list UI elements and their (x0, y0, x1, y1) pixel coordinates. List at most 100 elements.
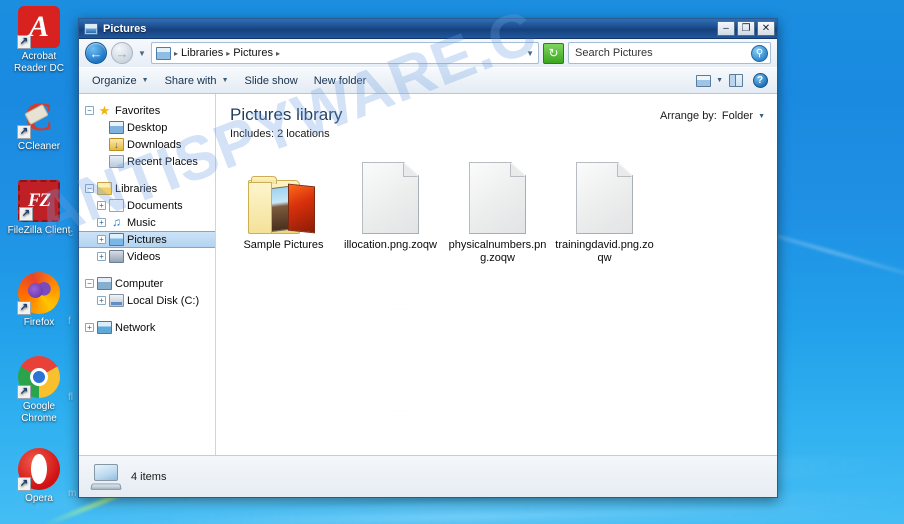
search-input[interactable]: Search Pictures ⚲ (568, 42, 771, 64)
filezilla-icon (18, 180, 60, 222)
computer-icon (90, 463, 122, 490)
desktop-icon-firefox[interactable]: Firefox (0, 272, 78, 329)
close-button[interactable]: ✕ (757, 21, 775, 36)
wallpaper-streak (119, 505, 904, 524)
tree-group-favorites[interactable]: − ★ Favorites (79, 102, 215, 119)
view-dropdown-icon[interactable]: ▼ (716, 77, 723, 84)
tree-label-desktop: Desktop (127, 121, 168, 134)
desktop-icon-label: Acrobat Reader DC (13, 51, 65, 74)
tree-group-computer[interactable]: − Computer (79, 275, 215, 292)
preview-pane-button[interactable] (725, 71, 747, 90)
history-dropdown-icon[interactable]: ▼ (137, 49, 147, 58)
expand-toggle-icon[interactable]: + (85, 323, 94, 332)
file-item-sample-pictures[interactable]: Sample Pictures (230, 156, 337, 265)
expand-toggle-icon[interactable]: + (97, 235, 106, 244)
star-icon: ★ (98, 103, 111, 118)
tree-label-videos: Videos (127, 250, 161, 263)
shortcut-overlay-icon (17, 35, 31, 49)
acrobat-icon (17, 6, 60, 49)
firefox-icon (17, 272, 60, 315)
organize-button[interactable]: Organize ▼ (85, 72, 156, 90)
breadcrumb-library-icon (156, 46, 171, 60)
expand-toggle-icon[interactable]: + (97, 218, 106, 227)
expand-toggle-icon[interactable]: + (97, 201, 106, 210)
collapse-toggle-icon[interactable]: − (85, 184, 94, 193)
window-title: Pictures (103, 22, 147, 35)
breadcrumb-libraries[interactable]: Libraries (181, 47, 223, 59)
shortcut-overlay-icon (19, 207, 33, 221)
page-fold-corner (403, 163, 418, 177)
chevron-down-icon: ▼ (221, 77, 229, 84)
minimize-button[interactable]: – (717, 21, 735, 36)
file-item-trainingdavid[interactable]: trainingdavid.png.zoqw (551, 156, 658, 265)
file-list-pane[interactable]: Pictures library Includes: 2 locations A… (216, 94, 777, 455)
desktop-icon-opera[interactable]: Opera (0, 448, 78, 505)
blank-document-icon (576, 162, 633, 234)
sidebar-item-network[interactable]: + Network (79, 319, 215, 336)
sidebar-item-desktop[interactable]: Desktop (79, 119, 215, 136)
desktop-icon-ccleaner[interactable]: CCleaner (0, 96, 78, 153)
refresh-icon[interactable]: ↻ (543, 42, 564, 64)
search-icon[interactable]: ⚲ (751, 44, 768, 62)
arrange-by-control[interactable]: Arrange by: Folder ▼ (660, 104, 765, 122)
forward-button[interactable]: → (111, 42, 133, 64)
address-toolbar: ← → ▼ ▸ Libraries ▸ Pictures ▸ ▼ ↻ Searc… (79, 39, 777, 67)
documents-icon (109, 199, 124, 212)
help-icon: ? (752, 73, 768, 88)
library-title-block: Pictures library Includes: 2 locations (230, 104, 660, 140)
videos-icon (109, 250, 124, 263)
collapse-toggle-icon[interactable]: − (85, 279, 94, 288)
address-dropdown-icon[interactable]: ▼ (526, 49, 534, 58)
expand-toggle-icon[interactable]: + (97, 252, 106, 261)
help-button[interactable]: ? (749, 71, 771, 90)
downloads-icon (109, 138, 124, 151)
slide-show-button[interactable]: Slide show (238, 72, 305, 90)
chrome-icon (17, 356, 60, 399)
window-title-bar[interactable]: Pictures – ❐ ✕ (79, 19, 777, 39)
file-item-physicalnumbers[interactable]: physicalnumbers.png.zoqw (444, 156, 551, 265)
change-view-button[interactable] (692, 71, 714, 90)
window-caption-buttons: – ❐ ✕ (717, 21, 775, 36)
desktop-icon-google-chrome[interactable]: Google Chrome (0, 356, 78, 425)
share-with-label: Share with (164, 74, 217, 87)
search-placeholder: Search Pictures (575, 47, 653, 59)
tree-label-network: Network (115, 321, 156, 334)
sidebar-item-pictures[interactable]: + Pictures (79, 231, 215, 248)
tree-group-libraries[interactable]: − Libraries (79, 180, 215, 197)
sidebar-item-local-disk-c[interactable]: + Local Disk (C:) (79, 292, 215, 309)
new-folder-button[interactable]: New folder (307, 72, 374, 90)
sidebar-item-documents[interactable]: + Documents (79, 197, 215, 214)
tree-label-recent-places: Recent Places (127, 155, 198, 168)
sidebar-item-music[interactable]: + ♫ Music (79, 214, 215, 231)
explorer-window: Pictures – ❐ ✕ ← → ▼ ▸ Libraries ▸ Pictu… (78, 18, 778, 498)
file-item-illocation[interactable]: illocation.png.zoqw (337, 156, 444, 265)
desktop-icon-label: Firefox (23, 317, 55, 328)
sidebar-item-recent-places[interactable]: Recent Places (79, 153, 215, 170)
maximize-button[interactable]: ❐ (737, 21, 755, 36)
expand-toggle-icon[interactable]: + (97, 296, 106, 305)
folder-thumbnail-abstract (287, 183, 315, 234)
command-bar: Organize ▼ Share with ▼ Slide show New f… (79, 67, 777, 94)
share-with-button[interactable]: Share with ▼ (158, 72, 236, 90)
desktop-icon-label: Opera (25, 493, 53, 504)
collapse-toggle-icon[interactable]: − (85, 106, 94, 115)
sidebar-item-videos[interactable]: + Videos (79, 248, 215, 265)
tree-label-libraries: Libraries (115, 182, 158, 195)
file-grid: Sample Pictures illocation.png.zoqw phys… (230, 156, 765, 265)
item-count-text: 4 items (131, 470, 167, 483)
back-button[interactable]: ← (85, 42, 107, 64)
arrange-by-value: Folder (721, 110, 754, 122)
pictures-library-icon (84, 22, 98, 35)
desktop-icon-filezilla-client[interactable]: FileZilla Client (0, 180, 78, 237)
shortcut-overlay-icon (17, 477, 31, 491)
sidebar-item-downloads[interactable]: Downloads (79, 136, 215, 153)
shortcut-overlay-icon (17, 301, 31, 315)
address-bar[interactable]: ▸ Libraries ▸ Pictures ▸ ▼ (151, 42, 539, 64)
tree-separator (79, 265, 215, 275)
chevron-right-icon: ▸ (275, 48, 280, 58)
chevron-right-icon: ▸ (226, 48, 231, 58)
tree-separator (79, 170, 215, 180)
desktop-icon (109, 121, 124, 134)
breadcrumb-pictures[interactable]: Pictures (233, 47, 273, 59)
desktop-icon-acrobat-reader-dc[interactable]: Acrobat Reader DC (0, 6, 78, 75)
